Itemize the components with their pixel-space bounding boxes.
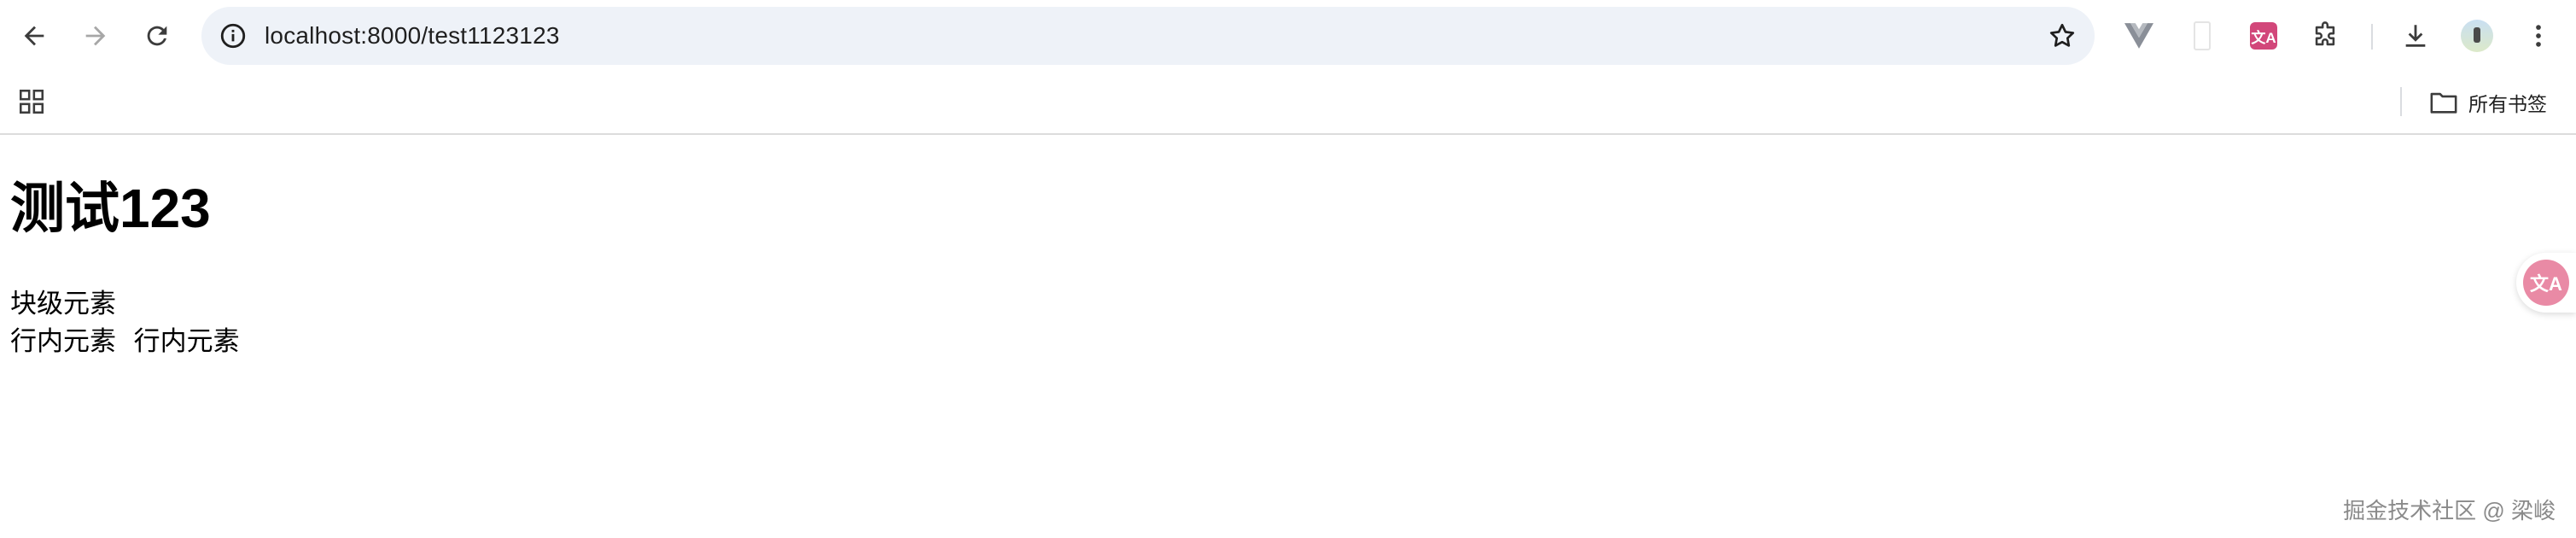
browser-toolbar: localhost:8000/test1123123 文A [0,0,2576,72]
avatar [2461,20,2493,52]
site-info-icon[interactable] [219,21,248,50]
watermark: 掘金技术社区 @ 梁峻 [2343,498,2556,523]
inline-elements-row: 行内元素 行内元素 [10,325,240,359]
translate-icon: 文A [2250,22,2277,50]
arrow-left-icon [24,26,44,46]
address-bar[interactable]: localhost:8000/test1123123 [201,7,2095,65]
profile-button[interactable] [2460,19,2494,53]
reload-button[interactable] [138,17,176,55]
reload-icon [147,26,167,46]
all-bookmarks-label: 所有书签 [2468,93,2547,115]
bookmarks-divider [2400,87,2402,116]
vue-devtools-extension[interactable] [2122,19,2156,53]
browser-menu-button[interactable] [2521,19,2556,53]
floating-translate-button[interactable]: 文A [2516,253,2576,313]
more-vertical-icon [2536,25,2541,47]
bookmarks-bar: 所有书签 [0,72,2576,135]
folder-icon [2430,92,2457,114]
back-button[interactable] [15,17,53,55]
url-text[interactable]: localhost:8000/test1123123 [265,7,560,65]
translate-extension[interactable]: 文A [2247,19,2281,53]
forward-button[interactable] [77,17,114,55]
apps-grid-icon[interactable] [17,87,46,116]
block-element-text: 块级元素 [10,289,116,319]
translate-badge-icon: 文A [2523,260,2569,306]
all-bookmarks-button[interactable]: 所有书签 [2429,84,2547,121]
inline-element-text: 行内元素 [133,326,240,356]
extension-placeholder[interactable] [2185,19,2219,53]
bookmark-star-icon[interactable] [2047,20,2078,51]
download-icon [2405,25,2426,47]
inline-element-text: 行内元素 [10,326,116,356]
toolbar-divider [2371,24,2373,50]
vue-logo-icon [2124,23,2153,49]
arrow-right-icon [85,26,106,46]
blank-extension-icon [2194,21,2211,50]
extensions-menu-button[interactable] [2308,19,2342,53]
puzzle-icon [2315,21,2335,46]
page-title: 测试123 [10,178,211,239]
downloads-button[interactable] [2398,19,2433,53]
